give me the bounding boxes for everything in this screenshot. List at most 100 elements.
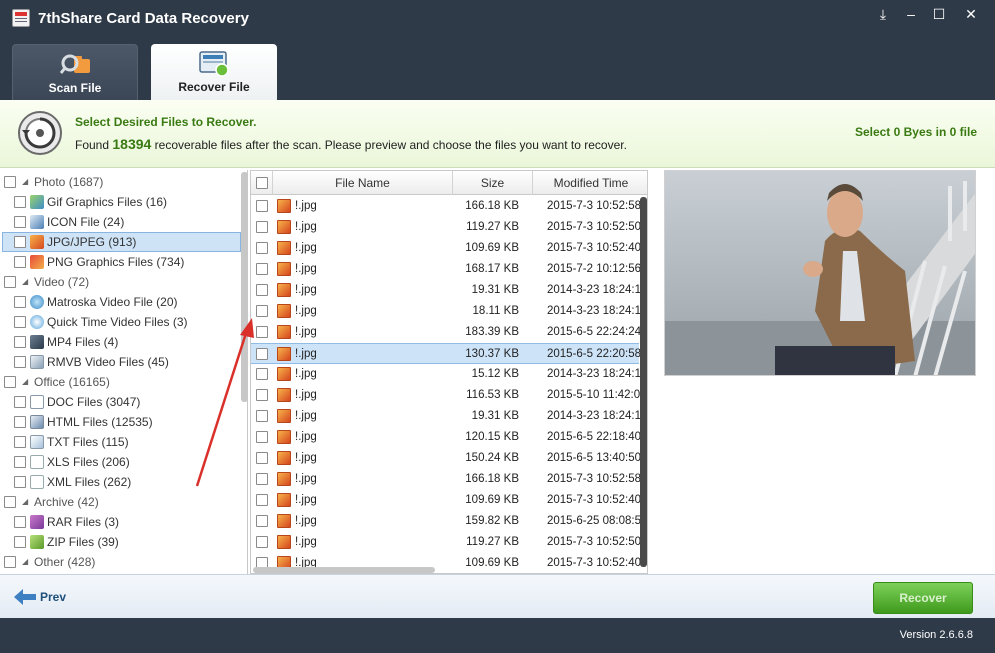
- table-row[interactable]: !.jpg 166.18 KB 2015-7-3 10:52:58: [251, 469, 641, 490]
- item-checkbox[interactable]: [14, 356, 26, 368]
- column-header-file-name[interactable]: File Name: [273, 171, 453, 195]
- table-row[interactable]: !.jpg 166.18 KB 2015-7-3 10:52:58: [251, 196, 641, 217]
- row-checkbox[interactable]: [256, 515, 268, 527]
- table-row[interactable]: !.jpg 130.37 KB 2015-6-5 22:20:58: [251, 343, 641, 364]
- close-icon[interactable]: ✕: [958, 4, 984, 24]
- tree-item-doc[interactable]: DOC Files (3047): [0, 392, 242, 412]
- file-type-tree: ◢ Photo (1687) Gif Graphics Files (16) I…: [0, 170, 248, 574]
- cell-file-name: !.jpg: [295, 348, 317, 360]
- item-checkbox[interactable]: [14, 516, 26, 528]
- rar-file-icon: [30, 515, 44, 529]
- table-row[interactable]: !.jpg 168.17 KB 2015-7-2 10:12:56: [251, 259, 641, 280]
- item-checkbox[interactable]: [14, 436, 26, 448]
- collapse-triangle-icon[interactable]: ◢: [22, 172, 28, 192]
- category-checkbox[interactable]: [4, 376, 16, 388]
- item-checkbox[interactable]: [14, 316, 26, 328]
- item-checkbox[interactable]: [14, 296, 26, 308]
- tree-item-mkv[interactable]: Matroska Video File (20): [0, 292, 242, 312]
- item-checkbox[interactable]: [14, 476, 26, 488]
- item-checkbox[interactable]: [14, 256, 26, 268]
- row-checkbox[interactable]: [256, 284, 268, 296]
- item-checkbox[interactable]: [14, 456, 26, 468]
- category-checkbox[interactable]: [4, 556, 16, 568]
- table-row[interactable]: !.jpg 120.15 KB 2015-6-5 22:18:40: [251, 427, 641, 448]
- table-row[interactable]: !.jpg 19.31 KB 2014-3-23 18:24:18: [251, 280, 647, 301]
- column-header-modified-time[interactable]: Modified Time: [533, 171, 647, 195]
- item-checkbox[interactable]: [14, 236, 26, 248]
- table-row[interactable]: !.jpg 109.69 KB 2015-7-3 10:52:40: [251, 238, 641, 259]
- tree-item-rar[interactable]: RAR Files (3): [0, 512, 242, 532]
- row-checkbox[interactable]: [256, 431, 268, 443]
- category-checkbox[interactable]: [4, 276, 16, 288]
- collapse-triangle-icon[interactable]: ◢: [22, 492, 28, 512]
- category-checkbox[interactable]: [4, 496, 16, 508]
- item-checkbox[interactable]: [14, 416, 26, 428]
- cell-size: 166.18 KB: [465, 200, 519, 212]
- row-checkbox[interactable]: [256, 242, 268, 254]
- table-row[interactable]: !.jpg 18.11 KB 2014-3-23 18:24:10: [251, 301, 647, 322]
- tree-item-quicktime[interactable]: Quick Time Video Files (3): [0, 312, 242, 332]
- tree-item-rmvb[interactable]: RMVB Video Files (45): [0, 352, 242, 372]
- cell-file-name: !.jpg: [295, 431, 317, 443]
- row-checkbox[interactable]: [256, 305, 268, 317]
- tree-item-zip[interactable]: ZIP Files (39): [0, 532, 242, 552]
- tree-item-xml[interactable]: XML Files (262): [0, 472, 242, 492]
- row-checkbox[interactable]: [256, 410, 268, 422]
- item-checkbox[interactable]: [14, 196, 26, 208]
- tab-scan-file[interactable]: Scan File: [12, 44, 138, 100]
- table-row[interactable]: !.jpg 119.27 KB 2015-7-3 10:52:50: [251, 532, 641, 553]
- tree-item-gif[interactable]: Gif Graphics Files (16): [0, 192, 242, 212]
- collapse-triangle-icon[interactable]: ◢: [22, 552, 28, 572]
- table-row[interactable]: !.jpg 183.39 KB 2015-6-5 22:24:24: [251, 322, 641, 343]
- row-checkbox[interactable]: [256, 263, 268, 275]
- category-checkbox[interactable]: [4, 176, 16, 188]
- row-checkbox[interactable]: [256, 389, 268, 401]
- tree-item-png[interactable]: PNG Graphics Files (734): [0, 252, 242, 272]
- recover-button[interactable]: Recover: [873, 582, 973, 614]
- row-checkbox[interactable]: [256, 348, 268, 360]
- select-all-checkbox[interactable]: [256, 177, 268, 189]
- table-row[interactable]: !.jpg 116.53 KB 2015-5-10 11:42:02: [251, 385, 647, 406]
- table-row[interactable]: !.jpg 150.24 KB 2015-6-5 13:40:50: [251, 448, 641, 469]
- table-row[interactable]: !.jpg 19.31 KB 2014-3-23 18:24:18: [251, 406, 647, 427]
- row-checkbox[interactable]: [256, 368, 268, 380]
- tree-category-video[interactable]: ◢ Video (72): [0, 272, 242, 292]
- item-checkbox[interactable]: [14, 336, 26, 348]
- table-row[interactable]: !.jpg 119.27 KB 2015-7-3 10:52:50: [251, 217, 641, 238]
- column-header-size[interactable]: Size: [453, 171, 533, 195]
- tree-category-office[interactable]: ◢ Office (16165): [0, 372, 242, 392]
- row-checkbox[interactable]: [256, 200, 268, 212]
- tree-category-photo[interactable]: ◢ Photo (1687): [0, 172, 242, 192]
- row-checkbox[interactable]: [256, 452, 268, 464]
- row-checkbox[interactable]: [256, 473, 268, 485]
- tree-scrollbar[interactable]: [241, 172, 248, 402]
- tree-category-other[interactable]: ◢ Other (428): [0, 552, 242, 572]
- tree-item-icon[interactable]: ICON File (24): [0, 212, 242, 232]
- row-checkbox[interactable]: [256, 326, 268, 338]
- tree-item-xls[interactable]: XLS Files (206): [0, 452, 242, 472]
- download-icon[interactable]: ⤓: [870, 4, 896, 24]
- tree-item-jpg[interactable]: JPG/JPEG (913): [2, 232, 241, 252]
- item-checkbox[interactable]: [14, 536, 26, 548]
- maximize-icon[interactable]: ☐: [926, 4, 952, 24]
- tab-recover-file-label: Recover File: [178, 80, 250, 94]
- row-checkbox[interactable]: [256, 221, 268, 233]
- item-checkbox[interactable]: [14, 396, 26, 408]
- row-checkbox[interactable]: [256, 536, 268, 548]
- collapse-triangle-icon[interactable]: ◢: [22, 372, 28, 392]
- tree-item-html[interactable]: HTML Files (12535): [0, 412, 242, 432]
- table-row[interactable]: !.jpg 109.69 KB 2015-7-3 10:52:40: [251, 490, 641, 511]
- table-vertical-scrollbar[interactable]: [640, 197, 647, 567]
- tree-item-txt[interactable]: TXT Files (115): [0, 432, 242, 452]
- table-row[interactable]: !.jpg 15.12 KB 2014-3-23 18:24:14: [251, 364, 647, 385]
- tree-item-mp4[interactable]: MP4 Files (4): [0, 332, 242, 352]
- table-horizontal-scrollbar[interactable]: [253, 567, 435, 573]
- table-row[interactable]: !.jpg 159.82 KB 2015-6-25 08:08:58: [251, 511, 647, 532]
- row-checkbox[interactable]: [256, 494, 268, 506]
- cell-modified-time: 2015-7-3 10:52:40: [547, 242, 641, 254]
- minimize-icon[interactable]: –: [898, 4, 924, 24]
- collapse-triangle-icon[interactable]: ◢: [22, 272, 28, 292]
- tree-category-archive[interactable]: ◢ Archive (42): [0, 492, 242, 512]
- tab-recover-file[interactable]: Recover File: [151, 44, 277, 100]
- item-checkbox[interactable]: [14, 216, 26, 228]
